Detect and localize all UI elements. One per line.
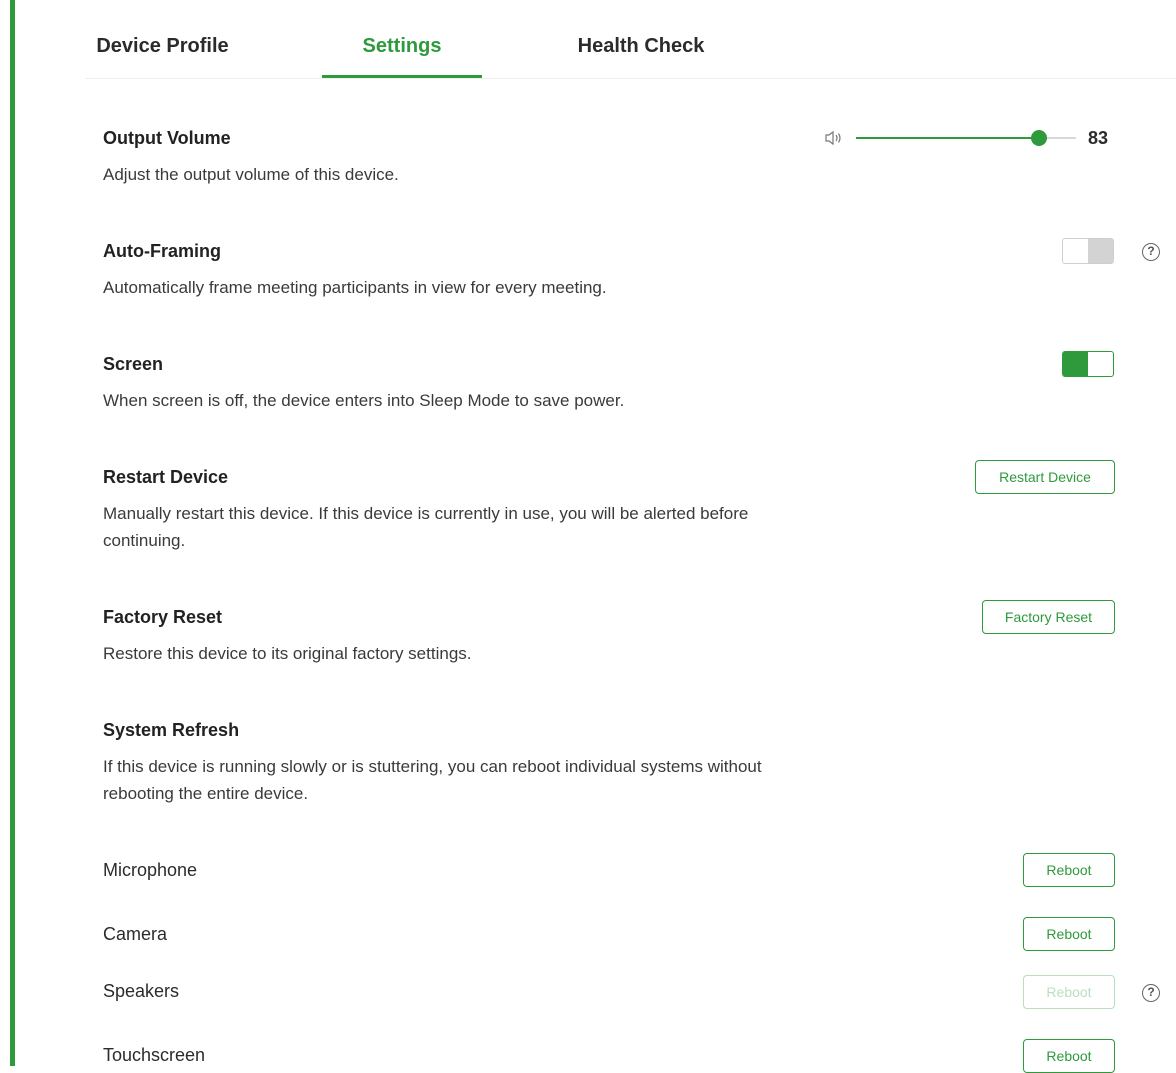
factory-reset-section: Factory Reset Restore this device to its… xyxy=(103,607,833,667)
toggle-knob xyxy=(1088,239,1113,263)
speakers-help-icon[interactable]: ? xyxy=(1142,984,1160,1002)
factory-reset-title: Factory Reset xyxy=(103,607,223,627)
auto-framing-help-icon[interactable]: ? xyxy=(1142,243,1160,261)
auto-framing-description: Automatically frame meeting participants… xyxy=(103,278,607,297)
factory-reset-description: Restore this device to its original fact… xyxy=(103,644,472,663)
restart-device-button[interactable]: Restart Device xyxy=(975,460,1115,494)
output-volume-title: Output Volume xyxy=(103,128,231,148)
system-label-touchscreen: Touchscreen xyxy=(103,1045,206,1065)
left-accent-bar xyxy=(10,0,15,1066)
system-refresh-title: System Refresh xyxy=(103,720,240,740)
system-refresh-description: If this device is running slowly or is s… xyxy=(103,757,762,803)
tab-device-profile[interactable]: Device Profile xyxy=(85,0,240,78)
output-volume-description: Adjust the output volume of this device. xyxy=(103,165,399,184)
tab-bar: Device Profile Settings Health Check xyxy=(85,0,1176,79)
system-refresh-section: System Refresh If this device is running… xyxy=(103,720,833,807)
toggle-knob xyxy=(1063,352,1088,376)
screen-section: Screen When screen is off, the device en… xyxy=(103,354,833,414)
system-label-camera: Camera xyxy=(103,924,168,944)
volume-slider[interactable] xyxy=(856,130,1076,146)
reboot-microphone-button[interactable]: Reboot xyxy=(1023,853,1115,887)
screen-title: Screen xyxy=(103,354,164,374)
volume-value: 83 xyxy=(1088,128,1109,148)
speaker-icon xyxy=(825,130,841,146)
auto-framing-title: Auto-Framing xyxy=(103,241,221,261)
reboot-speakers-button[interactable]: Reboot xyxy=(1023,975,1115,1009)
system-label-microphone: Microphone xyxy=(103,860,198,880)
restart-device-description: Manually restart this device. If this de… xyxy=(103,504,749,550)
restart-device-section: Restart Device Manually restart this dev… xyxy=(103,467,833,554)
screen-toggle[interactable] xyxy=(1062,351,1114,377)
factory-reset-button[interactable]: Factory Reset xyxy=(982,600,1115,634)
auto-framing-toggle[interactable] xyxy=(1062,238,1114,264)
auto-framing-section: Auto-Framing Automatically frame meeting… xyxy=(103,241,833,301)
output-volume-section: Output Volume Adjust the output volume o… xyxy=(103,128,833,188)
system-label-speakers: Speakers xyxy=(103,981,180,1001)
volume-slider-fill xyxy=(856,137,1039,139)
restart-device-title: Restart Device xyxy=(103,467,229,487)
volume-slider-thumb[interactable] xyxy=(1030,130,1047,146)
reboot-camera-button[interactable]: Reboot xyxy=(1023,917,1115,951)
tab-health-check[interactable]: Health Check xyxy=(561,0,721,78)
reboot-touchscreen-button[interactable]: Reboot xyxy=(1023,1039,1115,1073)
screen-description: When screen is off, the device enters in… xyxy=(103,391,625,410)
tab-settings[interactable]: Settings xyxy=(322,0,482,78)
